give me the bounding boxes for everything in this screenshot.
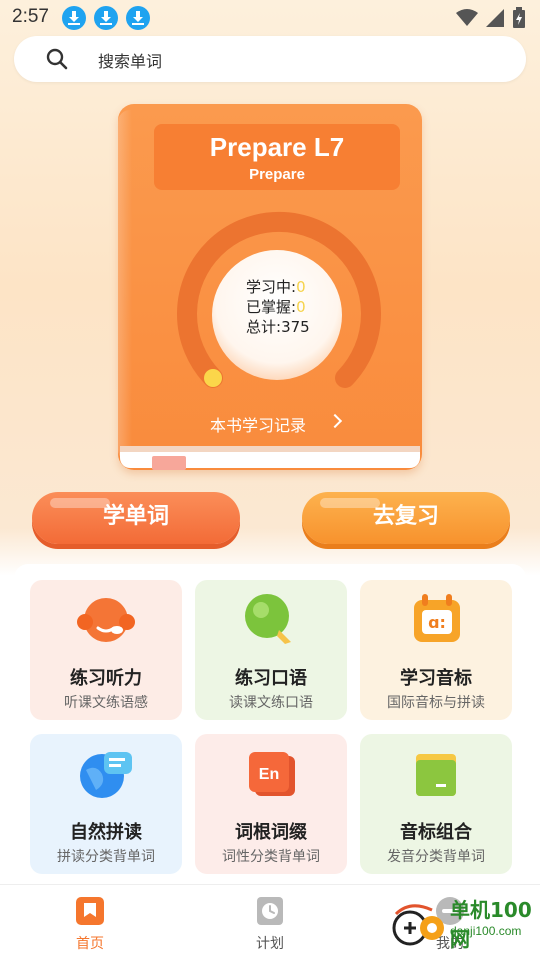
download-icon xyxy=(126,6,150,30)
learn-words-button[interactable]: 学单词 xyxy=(32,492,240,544)
feature-title: 自然拼读 xyxy=(70,822,142,843)
review-button[interactable]: 去复习 xyxy=(302,492,510,544)
book-ribbon xyxy=(152,456,186,470)
signal-icon xyxy=(486,9,504,27)
status-time: 2:57 xyxy=(12,6,49,27)
battery-icon xyxy=(513,7,525,28)
feature-subtitle: 拼读分类背单词 xyxy=(57,849,155,865)
book-title-plate: Prepare L7 Prepare xyxy=(154,124,400,190)
book-record-link[interactable]: 本书学习记录 xyxy=(210,412,306,436)
microphone-icon xyxy=(245,594,291,644)
feature-title: 学习音标 xyxy=(400,668,472,689)
nav-label: 计划 xyxy=(256,936,284,952)
progress-dot xyxy=(204,369,222,387)
download-icon xyxy=(62,6,86,30)
search-icon xyxy=(46,48,68,70)
book-card[interactable]: Prepare L7 Prepare 学习中:0 已掌握:0 总计:375 本书… xyxy=(118,104,422,470)
chevron-right-icon xyxy=(327,413,343,429)
svg-text:En: En xyxy=(259,766,279,783)
book-subtitle: Prepare xyxy=(249,166,305,183)
feature-title: 词根词缀 xyxy=(235,822,307,843)
status-bar: 2:57 xyxy=(0,0,540,36)
svg-text:ɑ:: ɑ: xyxy=(428,613,446,632)
watermark-title: 单机100网 xyxy=(450,898,532,951)
plan-clock-icon xyxy=(257,897,283,925)
download-icon xyxy=(94,6,118,30)
nav-label: 首页 xyxy=(76,936,104,952)
feature-card-roots[interactable]: En 词根词缀 词性分类背单词 xyxy=(195,734,347,874)
feature-title: 音标组合 xyxy=(400,822,472,843)
feature-subtitle: 词性分类背单词 xyxy=(222,849,320,865)
headset-icon xyxy=(77,598,135,642)
book-title: Prepare L7 xyxy=(209,132,345,162)
feature-subtitle: 国际音标与拼读 xyxy=(387,695,485,711)
watermark-url: danji100.com xyxy=(450,924,522,938)
feature-subtitle: 听课文练语感 xyxy=(64,695,148,711)
feature-title: 练习听力 xyxy=(70,668,142,689)
en-card-icon: En xyxy=(249,752,295,796)
nav-item-home[interactable]: 首页 xyxy=(30,885,150,960)
stat-total: 总计:375 xyxy=(246,318,310,336)
feature-panel: 练习听力 听课文练语感 练习口语 读课文练口语 ɑ: 学习音标 国际音标与拼读 xyxy=(14,564,526,894)
phonetic-calendar-icon: ɑ: xyxy=(414,594,460,642)
feature-subtitle: 读课文练口语 xyxy=(229,695,313,711)
stat-mastered: 已掌握:0 xyxy=(246,298,306,316)
feature-card-speaking[interactable]: 练习口语 读课文练口语 xyxy=(195,580,347,720)
feature-card-phonics[interactable]: 自然拼读 拼读分类背单词 xyxy=(30,734,182,874)
search-input[interactable]: 搜索单词 xyxy=(98,48,162,72)
feature-card-phonetics[interactable]: ɑ: 学习音标 国际音标与拼读 xyxy=(360,580,512,720)
feature-card-combos[interactable]: 音标组合 发音分类背单词 xyxy=(360,734,512,874)
feature-subtitle: 发音分类背单词 xyxy=(387,849,485,865)
globe-chat-icon xyxy=(80,752,132,798)
status-icons xyxy=(456,6,526,30)
feature-card-listening[interactable]: 练习听力 听课文练语感 xyxy=(30,580,182,720)
book-spine xyxy=(118,110,132,462)
search-bar[interactable]: 搜索单词 xyxy=(14,36,526,82)
feature-title: 练习口语 xyxy=(235,668,307,689)
stat-learning: 学习中:0 xyxy=(246,278,306,296)
wifi-icon xyxy=(456,9,478,26)
nav-item-plan[interactable]: 计划 xyxy=(210,885,330,960)
watermark-logo-icon xyxy=(392,904,444,946)
watermark: 单机100网 danji100.com xyxy=(392,890,540,956)
home-book-icon xyxy=(76,897,104,925)
folder-icon xyxy=(416,754,456,796)
